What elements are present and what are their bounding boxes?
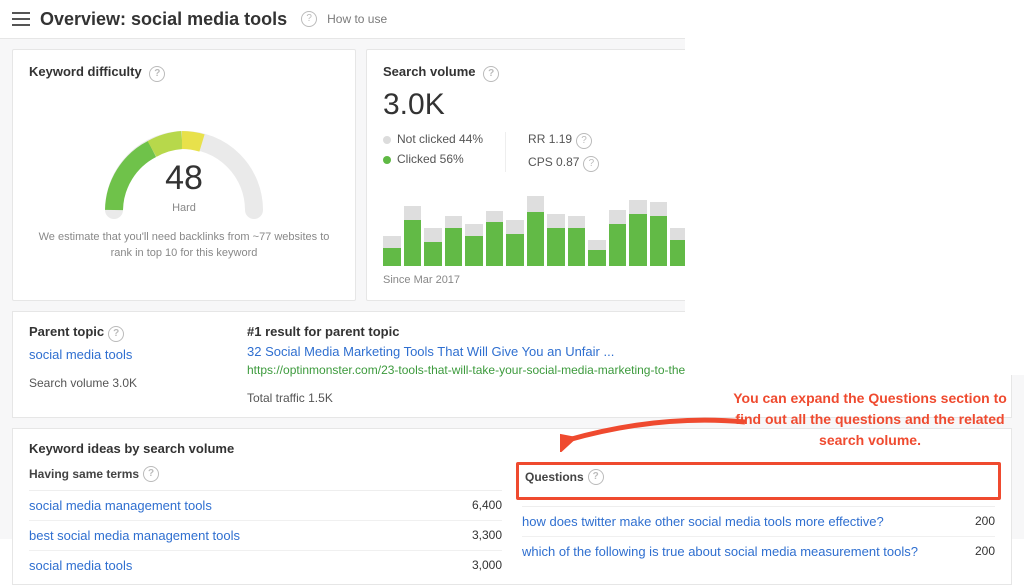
questions-highlight-box: Questions? [516,462,1001,500]
info-icon[interactable]: ? [108,326,124,342]
same-terms-heading: Having same terms [29,467,139,481]
kd-label: Hard [94,202,274,214]
same-terms-column: Having same terms? social media manageme… [29,466,502,580]
menu-icon[interactable] [12,12,30,26]
info-icon[interactable]: ? [576,133,592,149]
parent-topic-heading: Parent topic [29,324,104,339]
list-item: which of the following is true about soc… [522,536,995,566]
page-title: Overview: social media tools [40,9,287,30]
crop-mask [685,0,1024,375]
serp-result-title[interactable]: 32 Social Media Marketing Tools That Wil… [247,344,614,359]
info-icon[interactable]: ? [588,469,604,485]
keyword-ideas-card: Keyword ideas by search volume Having sa… [12,428,1012,585]
sv-heading: Search volume [383,64,476,79]
info-icon[interactable]: ? [583,156,599,172]
kd-heading: Keyword difficulty [29,64,142,79]
keyword-volume: 200 [975,544,995,558]
parent-topic-sv: Search volume 3.0K [29,376,215,390]
list-item: social media management tools 6,400 [29,490,502,520]
kd-gauge: 48 Hard [94,110,274,220]
serp-result-url: https://optinmonster.com/23-tools-that-w… [247,363,716,377]
info-icon[interactable]: ? [149,66,165,82]
sv-rr: RR 1.19? [528,132,599,149]
sv-cps: CPS 0.87? [528,155,599,172]
parent-topic-link[interactable]: social media tools [29,347,132,362]
keyword-link[interactable]: social media management tools [29,498,212,513]
sv-clicked: Clicked 56% [383,152,483,166]
keyword-link[interactable]: which of the following is true about soc… [522,544,918,559]
keyword-volume: 3,300 [472,528,502,542]
list-item: how does twitter make other social media… [522,506,995,536]
keyword-difficulty-card: Keyword difficulty ? 48 Hard We estimate… [12,49,356,301]
keyword-volume: 200 [975,514,995,528]
help-icon[interactable]: ? [301,11,317,27]
keyword-link[interactable]: best social media management tools [29,528,240,543]
list-item: social media tools 3,000 [29,550,502,580]
how-to-use-link[interactable]: How to use [327,12,387,26]
info-icon[interactable]: ? [483,66,499,82]
questions-column: Questions? how does twitter make other s… [522,466,995,580]
info-icon[interactable]: ? [143,466,159,482]
questions-heading: Questions [525,470,584,484]
list-item: best social media management tools 3,300 [29,520,502,550]
kd-score: 48 [94,159,274,198]
sv-not-clicked: Not clicked 44% [383,132,483,146]
annotation-text: You can expand the Questions section to … [730,388,1010,451]
keyword-link[interactable]: social media tools [29,558,132,573]
kd-note: We estimate that you'll need backlinks f… [29,230,339,262]
keyword-link[interactable]: how does twitter make other social media… [522,514,884,529]
annotation-arrow-icon [560,412,750,452]
keyword-volume: 3,000 [472,558,502,572]
keyword-volume: 6,400 [472,498,502,512]
